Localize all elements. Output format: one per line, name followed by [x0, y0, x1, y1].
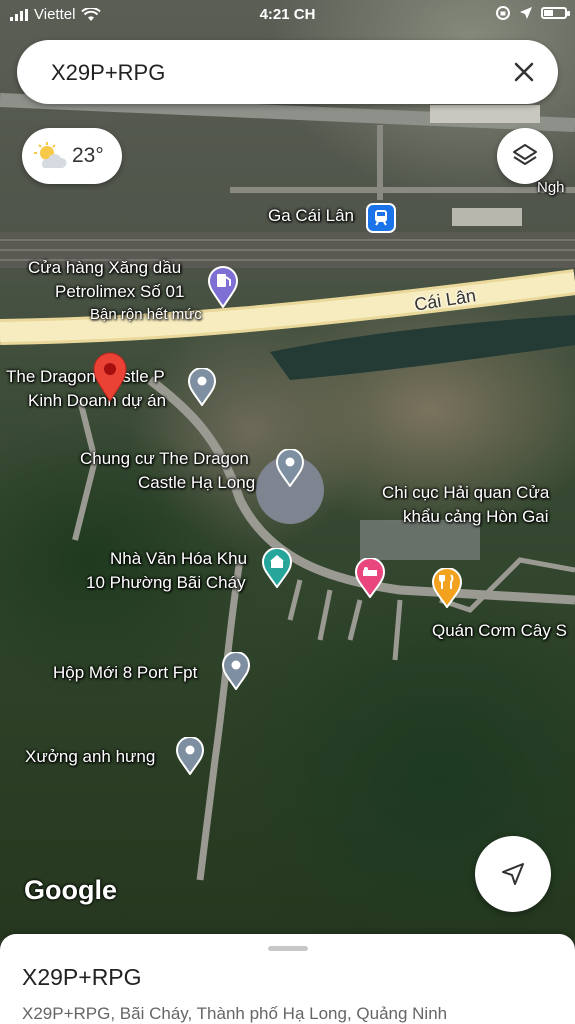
status-icons	[495, 5, 570, 21]
label-nha-van-hoa-line1[interactable]: Nhà Văn Hóa Khu	[110, 547, 247, 571]
temperature: 23°	[72, 144, 104, 167]
sheet-drag-handle[interactable]	[268, 946, 308, 951]
rotation-lock-icon	[496, 6, 510, 20]
map-layers-button[interactable]	[497, 128, 553, 184]
layers-icon	[513, 144, 537, 165]
label-hai-quan-line1[interactable]: Chi cục Hải quan Cửa	[382, 481, 549, 505]
label-chung-cu-line2[interactable]: Castle Hạ Long	[138, 471, 255, 495]
place-address: X29P+RPG, Bãi Cháy, Thành phố Hạ Long, Q…	[22, 1004, 448, 1023]
partly-cloudy-icon	[34, 142, 67, 168]
label-quan-com[interactable]: Quán Cơm Cây S	[432, 619, 567, 643]
place-pin-icon[interactable]	[187, 367, 217, 411]
label-hai-quan-line2[interactable]: khẩu cảng Hòn Gai	[403, 505, 549, 529]
clock: 4:21 CH	[259, 6, 316, 23]
workshop-pin-icon[interactable]	[175, 736, 205, 780]
gas-station-icon[interactable]	[207, 266, 239, 313]
weather-chip[interactable]: 23°	[22, 128, 122, 184]
label-dragon-castle-line1[interactable]: The Dragon Castle P	[6, 365, 165, 389]
apartment-pin-icon[interactable]	[275, 448, 305, 492]
label-nghe[interactable]: Ngh	[537, 176, 565, 200]
building-station	[452, 208, 522, 226]
label-ga-cai-lan[interactable]: Ga Cái Lân	[268, 204, 354, 228]
business-pin-icon[interactable]	[221, 651, 251, 695]
label-petrolimex-line1[interactable]: Cửa hàng Xăng dầu	[28, 256, 181, 280]
south-street	[196, 559, 244, 881]
restaurant-pin-icon[interactable]	[431, 567, 463, 613]
train-station-icon[interactable]	[366, 203, 396, 238]
place-details-sheet[interactable]: X29P+RPG X29P+RPG, Bãi Cháy, Thành phố H…	[0, 934, 575, 1024]
google-attribution: Google	[24, 875, 117, 905]
label-chung-cu-line1[interactable]: Chung cư The Dragon	[80, 447, 249, 471]
close-icon[interactable]	[510, 58, 538, 86]
label-xuong[interactable]: Xưởng anh hưng	[25, 745, 155, 769]
location-arrow-icon	[520, 7, 532, 19]
community-hall-pin-icon[interactable]	[261, 547, 293, 593]
building-top	[430, 105, 540, 123]
label-petrolimex-line2[interactable]: Petrolimex Số 01	[55, 280, 184, 304]
selected-location-pin-icon[interactable]	[92, 352, 128, 407]
label-nha-van-hoa-line2[interactable]: 10 Phường Bãi Cháy	[86, 571, 246, 595]
search-bar[interactable]: X29P+RPG	[17, 40, 558, 104]
status-bar: Viettel 4:21 CH	[0, 0, 575, 32]
hotel-pin-icon[interactable]	[354, 557, 386, 603]
battery-icon	[541, 7, 570, 19]
label-hop-moi[interactable]: Hộp Mới 8 Port Fpt	[53, 661, 197, 685]
place-title: X29P+RPG	[22, 964, 142, 990]
label-petrolimex-status: Bận rộn hết mức	[90, 306, 202, 323]
search-query[interactable]: X29P+RPG	[51, 60, 165, 86]
navigation-arrow-icon	[502, 863, 524, 885]
my-location-button[interactable]	[475, 836, 551, 912]
